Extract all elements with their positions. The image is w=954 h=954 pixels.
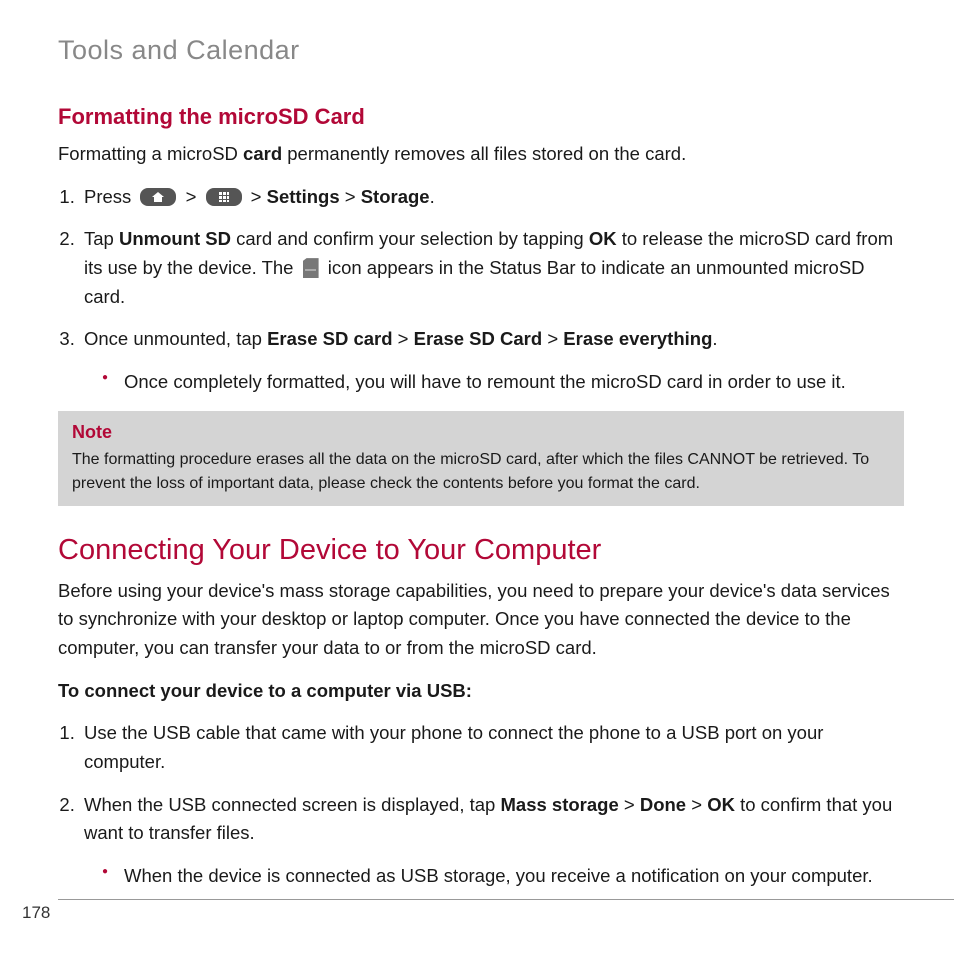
step-2: Tap Unmount SD card and confirm your sel…: [80, 225, 904, 311]
intro-paragraph: Before using your device's mass storage …: [58, 577, 904, 663]
text: card and confirm your selection by tappi…: [231, 228, 589, 249]
intro-paragraph: Formatting a microSD card permanently re…: [58, 140, 904, 169]
step-3: Once unmounted, tap Erase SD card > Eras…: [80, 325, 904, 396]
separator: >: [619, 794, 640, 815]
text: Press: [84, 186, 136, 207]
text: Once unmounted, tap: [84, 328, 267, 349]
text-bold: Erase everything: [563, 328, 712, 349]
section-title-connecting: Connecting Your Device to Your Computer: [58, 528, 904, 573]
note-body: The formatting procedure erases all the …: [72, 451, 869, 492]
separator: >: [542, 328, 563, 349]
text: Formatting a microSD: [58, 143, 243, 164]
separator: >: [340, 186, 361, 207]
apps-button-icon: [206, 188, 242, 206]
bullet-item: When the device is connected as USB stor…: [110, 862, 904, 891]
home-button-icon: [140, 188, 176, 206]
footer-rule: [58, 899, 954, 900]
text-bold: Mass storage: [501, 794, 619, 815]
step-2: When the USB connected screen is display…: [80, 791, 904, 891]
text-bold: Storage: [361, 186, 430, 207]
text-bold: OK: [707, 794, 735, 815]
text-bold: OK: [589, 228, 617, 249]
step-1: Press > > Settings > Storage.: [80, 183, 904, 212]
bullet-item: Once completely formatted, you will have…: [110, 368, 904, 397]
separator: >: [393, 328, 414, 349]
separator: >: [686, 794, 707, 815]
text-bold: card: [243, 143, 282, 164]
chapter-header: Tools and Calendar: [58, 30, 904, 72]
text-bold: Erase SD card: [267, 328, 392, 349]
section-title-formatting: Formatting the microSD Card: [58, 92, 904, 134]
note-box: Note The formatting procedure erases all…: [58, 411, 904, 506]
note-title: Note: [72, 419, 890, 446]
sd-card-icon: [303, 258, 319, 278]
text-bold: Settings: [267, 186, 340, 207]
text: When the USB connected screen is display…: [84, 794, 501, 815]
separator: >: [186, 186, 202, 207]
text: Tap: [84, 228, 119, 249]
text-bold: Erase SD Card: [414, 328, 543, 349]
text-bold: Done: [640, 794, 686, 815]
separator: >: [251, 186, 267, 207]
subheading: To connect your device to a computer via…: [58, 677, 904, 706]
page-footer: 178: [0, 900, 50, 926]
text: permanently removes all files stored on …: [282, 143, 686, 164]
step-1: Use the USB cable that came with your ph…: [80, 719, 904, 776]
page-number: 178: [22, 900, 50, 926]
text-bold: Unmount SD: [119, 228, 231, 249]
